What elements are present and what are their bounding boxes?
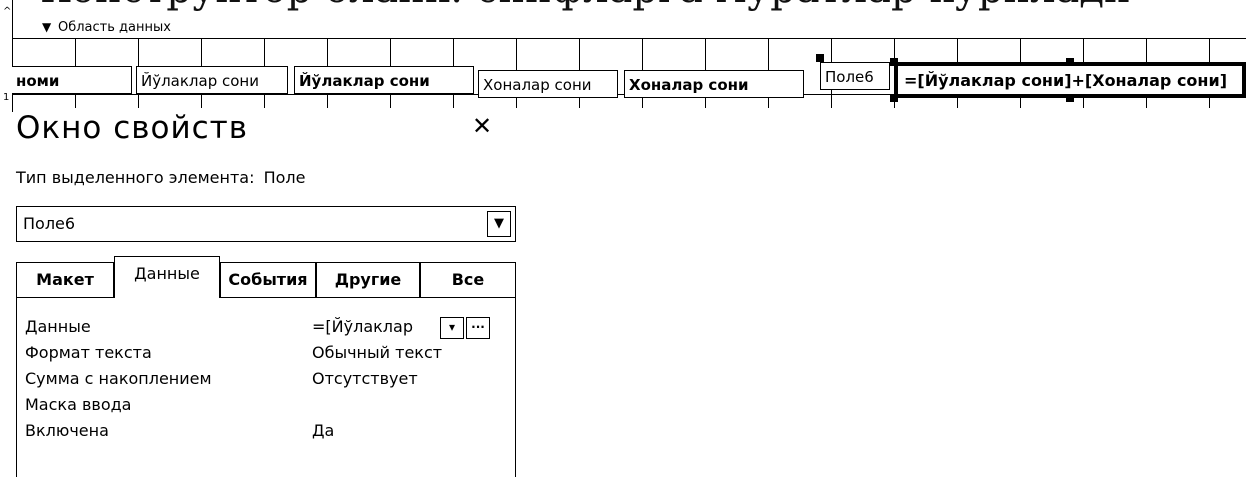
property-value[interactable]: Отсутствует [312, 369, 418, 388]
object-selector-value: Поле6 [23, 214, 76, 233]
detail-section-header[interactable]: ▼ Область данных [12, 18, 1246, 39]
selection-type-label: Тип выделенного элемента: [16, 168, 255, 187]
tab-layout[interactable]: Макет [16, 262, 114, 298]
property-name[interactable]: Сумма с накоплением [25, 369, 212, 388]
selection-type: Тип выделенного элемента: Поле [16, 168, 305, 187]
property-value[interactable]: Да [312, 421, 334, 440]
section-collapse-icon: ▼ [42, 20, 52, 34]
tab-all[interactable]: Все [420, 262, 516, 298]
object-selector[interactable]: Поле6 ▼ [16, 206, 516, 242]
label-koridors-count[interactable]: Йўлаклар сони [136, 66, 288, 94]
property-value[interactable]: Обычный текст [312, 343, 442, 362]
property-list: Данные =[Йўлаклар ▾ ··· Формат текста Об… [16, 297, 516, 477]
textbox-pole6-selected[interactable]: =[Йўлаклар сони]+[Хоналар сони] [894, 62, 1246, 98]
tab-other[interactable]: Другие [316, 262, 420, 298]
tab-events[interactable]: События [220, 262, 316, 298]
label-pole6[interactable]: Поле6 [820, 62, 890, 90]
builder-ellipsis-icon[interactable]: ··· [466, 317, 490, 339]
property-name[interactable]: Данные [25, 317, 91, 336]
textbox-koridors-count[interactable]: Йўлаклар сони [294, 66, 474, 94]
resize-handle-bl[interactable] [890, 94, 898, 102]
label-rooms-count[interactable]: Хоналар сони [478, 70, 618, 98]
property-tabs: Макет Данные События Другие Все [16, 256, 516, 298]
close-icon[interactable]: ✕ [472, 112, 492, 140]
property-name[interactable]: Формат текста [25, 343, 152, 362]
tab-data[interactable]: Данные [114, 256, 220, 298]
dropdown-arrow-icon[interactable]: ▾ [440, 317, 464, 339]
property-name[interactable]: Маска ввода [25, 395, 131, 414]
move-handle[interactable] [816, 54, 824, 62]
property-value-text[interactable]: =[Йўлаклар [312, 317, 413, 336]
resize-handle-bottom[interactable] [1066, 94, 1074, 102]
document-text-fragment: Конструктор бланк: синфларга муратлар кў… [40, 0, 1131, 12]
resize-handle-tl[interactable] [890, 58, 898, 66]
ruler-caret: ^ [3, 6, 12, 17]
field-name-textbox[interactable]: номи [12, 66, 132, 94]
ruler-mark-1: 1 [3, 92, 10, 103]
chevron-down-icon[interactable]: ▼ [487, 211, 511, 237]
textbox-rooms-count[interactable]: Хоналар сони [624, 70, 804, 98]
property-sheet-title: Окно свойств [16, 110, 249, 146]
section-label: Область данных [58, 20, 171, 35]
property-name[interactable]: Включена [25, 421, 109, 440]
resize-handle-top[interactable] [1066, 58, 1074, 66]
property-value-data[interactable]: =[Йўлаклар ▾ ··· [312, 317, 490, 339]
selection-type-value: Поле [263, 168, 306, 187]
